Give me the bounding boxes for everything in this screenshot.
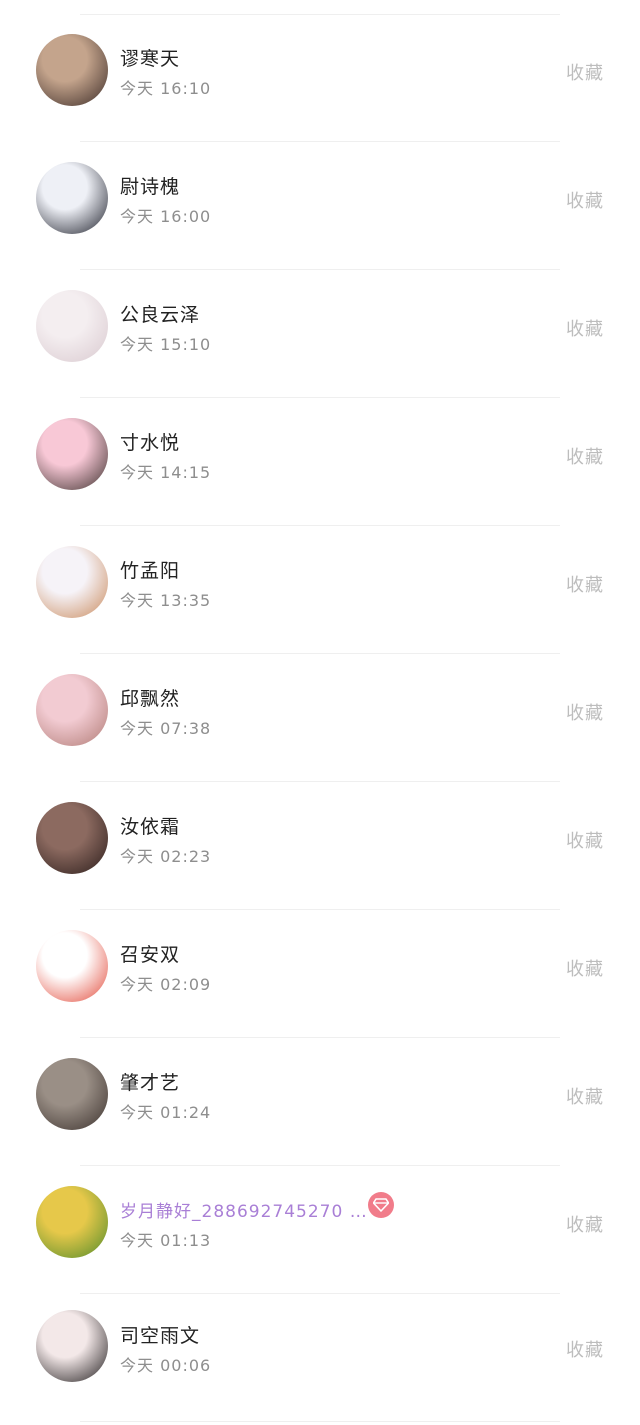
list-item[interactable]: 谬寒天 今天 16:10 收藏 (0, 14, 640, 142)
contact-time: 今天 13:35 (120, 591, 212, 610)
contact-list: 谬寒天 今天 16:10 收藏 尉诗槐 今天 16:00 收藏 公良云泽 今天 … (0, 0, 640, 1425)
contact-name: 邱飘然 (120, 688, 181, 710)
favorite-button[interactable]: 收藏 (566, 955, 604, 981)
avatar[interactable] (36, 930, 108, 1002)
contact-name: 岁月静好_288692745270 … (120, 1202, 368, 1222)
contact-name: 肇才艺 (120, 1072, 181, 1094)
favorite-button[interactable]: 收藏 (566, 315, 604, 341)
list-item[interactable]: 竹孟阳 今天 13:35 收藏 (0, 526, 640, 654)
list-item[interactable]: 召安双 今天 02:09 收藏 (0, 910, 640, 1038)
contact-time: 今天 16:10 (120, 79, 212, 98)
contact-name: 尉诗槐 (120, 176, 181, 198)
list-item[interactable]: 邱飘然 今天 07:38 收藏 (0, 654, 640, 782)
avatar[interactable] (36, 162, 108, 234)
contact-time: 今天 02:23 (120, 847, 212, 866)
contact-name: 寸水悦 (120, 432, 181, 454)
favorite-button[interactable]: 收藏 (566, 443, 604, 469)
favorite-button[interactable]: 收藏 (566, 571, 604, 597)
contact-name: 召安双 (120, 944, 181, 966)
contact-name: 谬寒天 (120, 48, 181, 70)
contact-time: 今天 16:00 (120, 207, 212, 226)
contact-time: 今天 02:09 (120, 975, 212, 994)
avatar[interactable] (36, 1310, 108, 1382)
contact-time: 今天 00:06 (120, 1356, 212, 1375)
favorite-button[interactable]: 收藏 (566, 1336, 604, 1362)
favorite-button[interactable]: 收藏 (566, 1211, 604, 1237)
contact-time: 今天 01:13 (120, 1231, 212, 1250)
list-item[interactable]: 司空雨文 今天 00:06 收藏 (0, 1294, 640, 1422)
avatar[interactable] (36, 802, 108, 874)
divider (80, 1421, 560, 1422)
list-item[interactable]: 汝依霜 今天 02:23 收藏 (0, 782, 640, 910)
avatar[interactable] (36, 290, 108, 362)
contact-name: 司空雨文 (120, 1325, 201, 1347)
avatar[interactable] (36, 546, 108, 618)
favorite-button[interactable]: 收藏 (566, 827, 604, 853)
favorite-button[interactable]: 收藏 (566, 59, 604, 85)
contact-time: 今天 14:15 (120, 463, 212, 482)
favorite-button[interactable]: 收藏 (566, 699, 604, 725)
avatar[interactable] (36, 1058, 108, 1130)
contact-time: 今天 15:10 (120, 335, 212, 354)
contact-name: 公良云泽 (120, 304, 201, 326)
contact-time: 今天 01:24 (120, 1103, 212, 1122)
diamond-icon (368, 1192, 394, 1218)
favorite-button[interactable]: 收藏 (566, 187, 604, 213)
list-item[interactable]: 肇才艺 今天 01:24 收藏 (0, 1038, 640, 1166)
avatar[interactable] (36, 1186, 108, 1258)
list-item[interactable]: 岁月静好_288692745270 … 今天 01:13 收藏 (0, 1166, 640, 1294)
avatar[interactable] (36, 674, 108, 746)
contact-name: 汝依霜 (120, 816, 181, 838)
list-item[interactable]: 尉诗槐 今天 16:00 收藏 (0, 142, 640, 270)
contact-name: 竹孟阳 (120, 560, 181, 582)
avatar[interactable] (36, 34, 108, 106)
list-item[interactable]: 寸水悦 今天 14:15 收藏 (0, 398, 640, 526)
favorite-button[interactable]: 收藏 (566, 1083, 604, 1109)
contact-time: 今天 07:38 (120, 719, 212, 738)
list-item[interactable]: 公良云泽 今天 15:10 收藏 (0, 270, 640, 398)
avatar[interactable] (36, 418, 108, 490)
